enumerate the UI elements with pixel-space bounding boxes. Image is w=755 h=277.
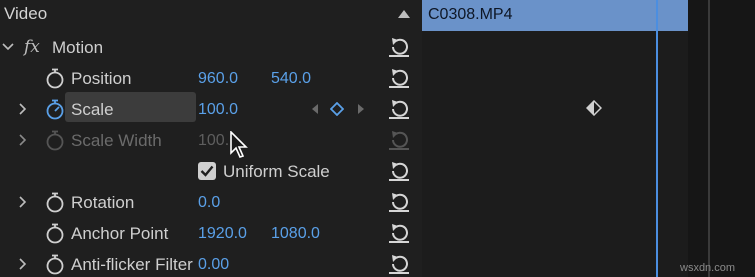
anti-flicker-label: Anti-flicker Filter (71, 255, 193, 274)
chevron-right-icon[interactable] (18, 134, 28, 146)
anchor-x-value[interactable]: 1920.0 (198, 218, 247, 249)
effect-controls-panel: Video fx Motion Position 960.0 540.0 Sca… (0, 0, 422, 277)
checkmark-icon (200, 165, 214, 177)
uniform-scale-checkbox[interactable] (198, 162, 216, 180)
next-keyframe-icon[interactable] (356, 103, 366, 115)
clip-bar[interactable]: C0308.MP4 (422, 0, 688, 31)
reset-icon[interactable] (388, 67, 410, 89)
reset-icon[interactable] (388, 253, 410, 275)
stopwatch-icon[interactable] (45, 253, 65, 275)
reset-icon[interactable] (388, 160, 410, 182)
anchor-y-value[interactable]: 1080.0 (271, 218, 320, 249)
rotation-value[interactable]: 0.0 (198, 187, 220, 218)
anti-flicker-value[interactable]: 0.00 (198, 249, 229, 277)
scale-width-label: Scale Width (71, 131, 162, 150)
stopwatch-disabled-icon (46, 130, 64, 151)
timeline-end-line (708, 0, 710, 277)
scale-width-value: 100. (198, 132, 230, 149)
mouse-cursor-icon (230, 131, 248, 158)
collapse-up-icon[interactable] (398, 10, 410, 18)
scale-label: Scale (71, 100, 114, 119)
anti-flicker-row: Anti-flicker Filter 0.00 (0, 249, 422, 277)
anchor-point-row: Anchor Point 1920.0 1080.0 (0, 218, 422, 249)
scale-row: Scale 100.0 (0, 94, 422, 125)
anchor-point-label: Anchor Point (71, 224, 169, 243)
chevron-right-icon[interactable] (18, 258, 28, 270)
uniform-scale-label: Uniform Scale (223, 162, 330, 181)
reset-icon[interactable] (388, 98, 410, 120)
clip-name: C0308.MP4 (428, 6, 513, 23)
uniform-scale-row: Uniform Scale (0, 156, 422, 187)
stopwatch-active-icon[interactable] (45, 98, 65, 120)
position-row: Position 960.0 540.0 (0, 63, 422, 94)
watermark-text: wsxdn.com (680, 262, 736, 274)
position-label: Position (71, 69, 132, 88)
reset-disabled-icon (389, 131, 409, 150)
stopwatch-icon[interactable] (45, 191, 65, 213)
reset-icon[interactable] (388, 222, 410, 244)
add-keyframe-icon[interactable] (330, 102, 344, 116)
section-title: Video (4, 4, 48, 23)
motion-row[interactable]: fx Motion (0, 32, 422, 63)
chevron-right-icon[interactable] (18, 196, 28, 208)
reset-icon[interactable] (388, 191, 410, 213)
reset-icon[interactable] (388, 36, 410, 58)
timeline-end-area (688, 0, 755, 277)
chevron-down-icon[interactable] (2, 43, 14, 51)
previous-keyframe-icon[interactable] (310, 103, 320, 115)
rotation-row: Rotation 0.0 (0, 187, 422, 218)
playhead[interactable] (656, 0, 658, 277)
rotation-label: Rotation (71, 193, 135, 212)
chevron-right-icon[interactable] (18, 103, 28, 115)
position-x-value[interactable]: 960.0 (198, 63, 238, 94)
fx-icon[interactable]: fx (24, 32, 40, 63)
keyframe-timeline[interactable]: C0308.MP4 (422, 0, 755, 277)
position-y-value[interactable]: 540.0 (271, 63, 311, 94)
stopwatch-icon[interactable] (45, 67, 65, 89)
stopwatch-icon[interactable] (45, 222, 65, 244)
scale-value[interactable]: 100.0 (198, 94, 238, 125)
scale-width-row: Scale Width 100. (0, 125, 422, 156)
motion-label: Motion (52, 38, 104, 57)
keyframe-diamond-icon[interactable] (586, 100, 602, 116)
